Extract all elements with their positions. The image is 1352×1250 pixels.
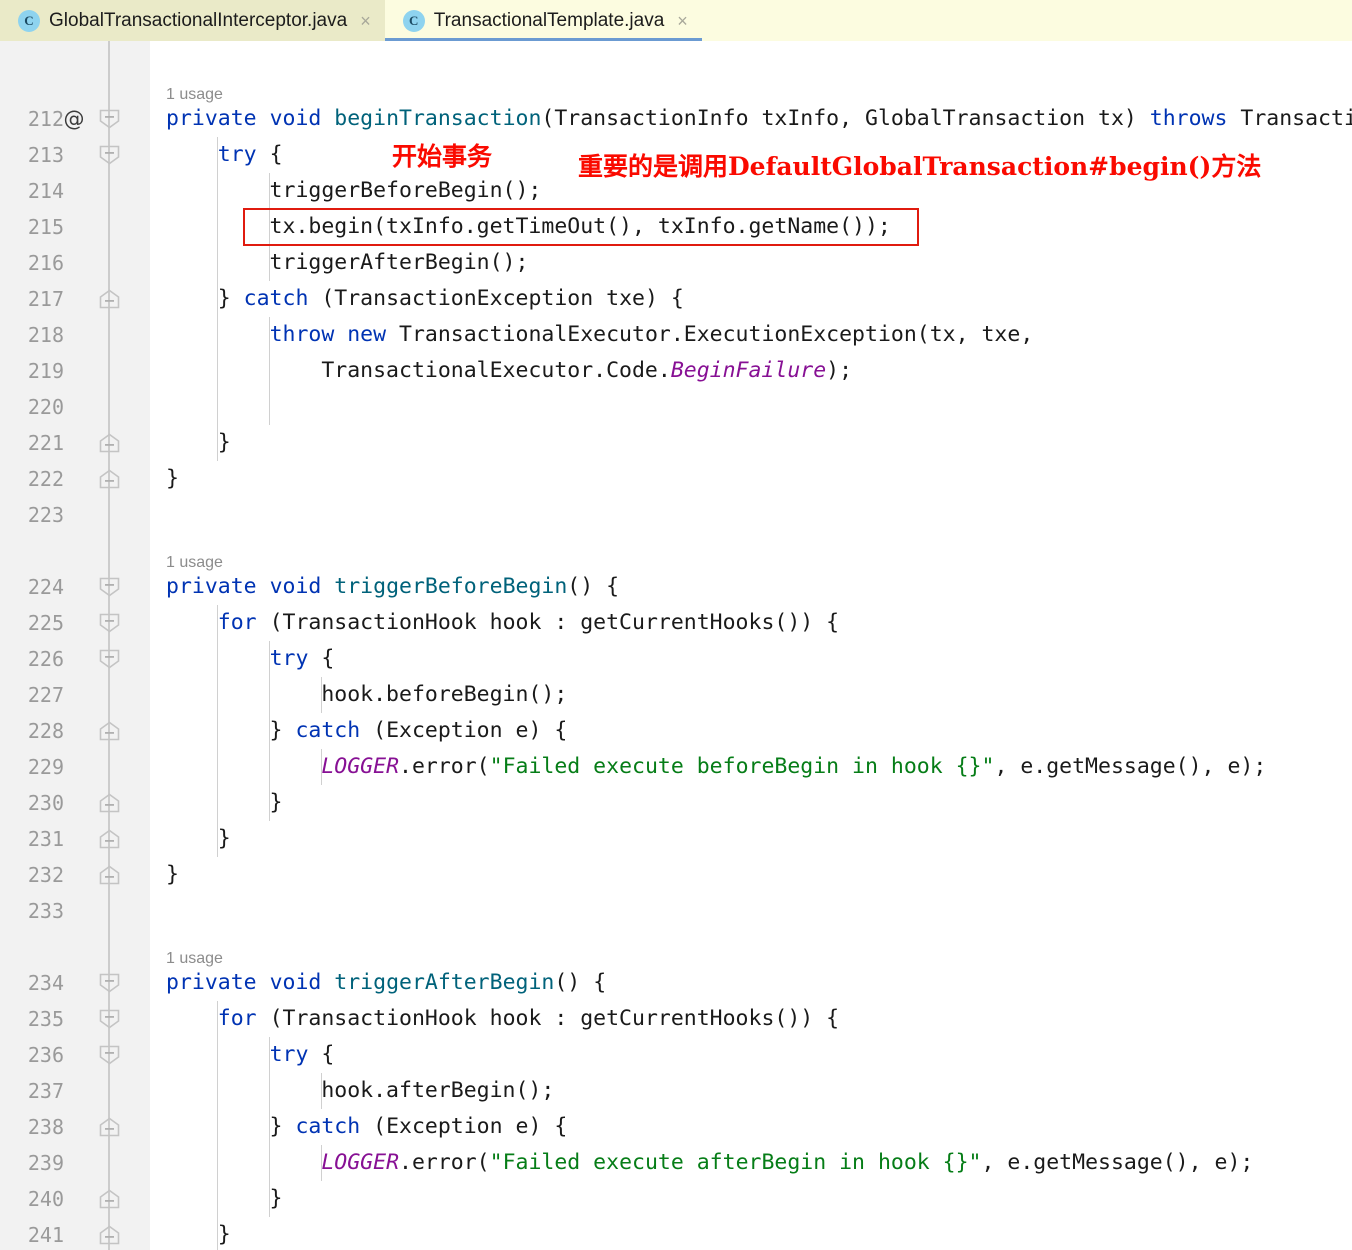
tab-bar-filler [701,0,1352,41]
java-class-icon: C [18,9,40,32]
editor-tab-bar: C GlobalTransactionalInterceptor.java × … [0,0,1352,41]
code-editor[interactable]: 212 @213 214 215 216 217 218 219 220 221 222 223 224… [0,41,1352,1250]
annotation-layer: 开始事务 重要的是调用DefaultGlobalTransaction#begin… [0,41,1352,1250]
annotation-important-call: 重要的是调用DefaultGlobalTransaction#begin()方法 [578,152,1262,181]
code-highlight-box [243,208,919,246]
tab-transactional-template[interactable]: C TransactionalTemplate.java × [384,0,702,41]
tab-label: GlobalTransactionalInterceptor.java [49,9,348,31]
tab-label: TransactionalTemplate.java [433,9,665,31]
tab-global-transactional-interceptor[interactable]: C GlobalTransactionalInterceptor.java × [0,0,385,41]
close-icon[interactable]: × [677,12,688,30]
java-class-icon: C [402,9,425,32]
close-icon[interactable]: × [360,12,371,30]
annotation-start-transaction: 开始事务 [392,142,493,171]
